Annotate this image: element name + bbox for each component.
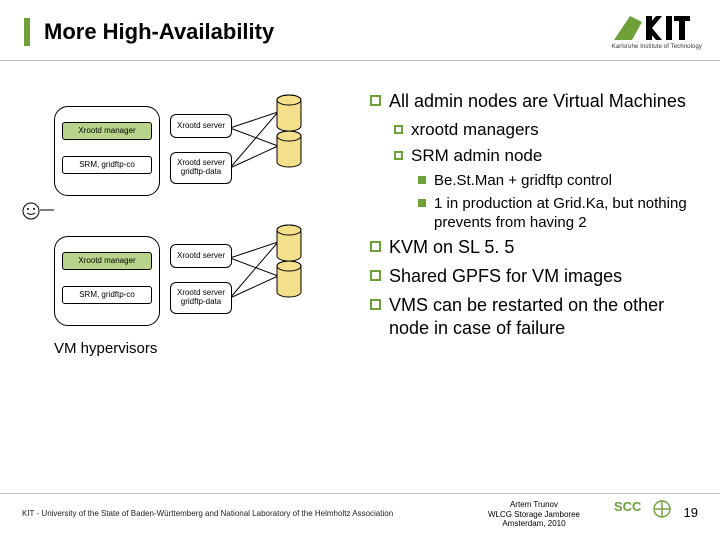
bullet-l2-0: xrootd managers — [394, 119, 702, 141]
xrootd-manager-chip-2: Xrootd manager — [62, 252, 152, 270]
bullet-list: All admin nodes are Virtual Machines xro… — [370, 90, 702, 346]
bullet-text: xrootd managers — [411, 119, 539, 141]
footer-author: Artem Trunov — [488, 500, 580, 509]
bullet-icon — [370, 270, 381, 281]
database-icon-2a — [276, 224, 302, 262]
bullet-l2-1: SRM admin node — [394, 145, 702, 167]
xrootd-manager-chip-1: Xrootd manager — [62, 122, 152, 140]
database-icon-2b — [276, 260, 302, 298]
bullet-icon — [394, 151, 403, 160]
scc-logo-text: SCC — [614, 499, 642, 514]
xrootd-manager-label-1: Xrootd manager — [78, 127, 135, 136]
srm-label-2: SRM, gridftp-co — [79, 291, 135, 300]
bullet-l1-1: KVM on SL 5. 5 — [370, 236, 702, 259]
title-accent-mark — [24, 18, 30, 46]
bullet-icon — [418, 176, 426, 184]
xrootd-server-label-1b-l2: gridftp-data — [181, 168, 221, 177]
footer-author-block: Artem Trunov WLCG Storage Jamboree Amste… — [488, 500, 580, 528]
bullet-text: 1 in production at Grid.Ka, but nothing … — [434, 194, 702, 232]
footer-location: Amsterdam, 2010 — [488, 519, 580, 528]
bullet-icon — [394, 125, 403, 134]
xrootd-server-card-2a: Xrootd server — [170, 244, 232, 268]
footer-event: WLCG Storage Jamboree — [488, 510, 580, 519]
vm-box-2 — [54, 236, 160, 326]
vm-hypervisors-label: VM hypervisors — [54, 340, 157, 357]
xrootd-server-card-1b: Xrootd server gridftp-data — [170, 152, 232, 184]
srm-label-1: SRM, gridftp-co — [79, 161, 135, 170]
bullet-l3-0: Be.St.Man + gridftp control — [418, 171, 702, 190]
bullet-text: KVM on SL 5. 5 — [389, 236, 514, 259]
xrootd-server-card-2b: Xrootd server gridftp-data — [170, 282, 232, 314]
bullet-icon — [418, 199, 426, 207]
srm-chip-1: SRM, gridftp-co — [62, 156, 152, 174]
bullet-l1-0: All admin nodes are Virtual Machines — [370, 90, 702, 113]
database-icon-1a — [276, 94, 302, 132]
architecture-diagram: Xrootd manager SRM, gridftp-co Xrootd se… — [20, 100, 350, 430]
kit-logo-icon — [612, 14, 690, 44]
kit-logo: Karlsruhe Institute of Technology — [612, 14, 702, 50]
slide: More High-Availability Karlsruhe Institu… — [0, 0, 720, 540]
xrootd-server-card-1a: Xrootd server — [170, 114, 232, 138]
scc-logo: SCC — [614, 497, 674, 532]
footer-divider — [0, 493, 720, 494]
bullet-icon — [370, 95, 381, 106]
bullet-text: VMS can be restarted on the other node i… — [389, 294, 702, 340]
page-number: 19 — [684, 505, 698, 520]
xrootd-server-label-1a: Xrootd server — [177, 122, 225, 131]
xrootd-server-label-2b-l2: gridftp-data — [181, 298, 221, 307]
header-divider — [0, 60, 720, 61]
vm-box-1 — [54, 106, 160, 196]
kit-logo-subtitle: Karlsruhe Institute of Technology — [612, 44, 702, 50]
bullet-icon — [370, 241, 381, 252]
database-icon-1b — [276, 130, 302, 168]
bullet-l1-3: VMS can be restarted on the other node i… — [370, 294, 702, 340]
xrootd-server-label-2a: Xrootd server — [177, 252, 225, 261]
bullet-l1-2: Shared GPFS for VM images — [370, 265, 702, 288]
bullet-text: Shared GPFS for VM images — [389, 265, 622, 288]
title-bar: More High-Availability — [24, 18, 274, 46]
xrootd-manager-label-2: Xrootd manager — [78, 257, 135, 266]
smiley-icon — [22, 202, 40, 220]
slide-title: More High-Availability — [44, 19, 274, 45]
footer-affiliation: KIT - University of the State of Baden-W… — [22, 509, 393, 518]
srm-chip-2: SRM, gridftp-co — [62, 286, 152, 304]
bullet-text: SRM admin node — [411, 145, 542, 167]
bullet-icon — [370, 299, 381, 310]
bullet-text: Be.St.Man + gridftp control — [434, 171, 612, 190]
bullet-l3-1: 1 in production at Grid.Ka, but nothing … — [418, 194, 702, 232]
bullet-text: All admin nodes are Virtual Machines — [389, 90, 686, 113]
